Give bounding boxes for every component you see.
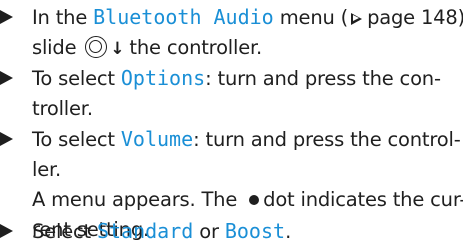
step-line: To select Options: turn and press the co… <box>32 63 463 94</box>
menu-item-options: Options <box>120 66 206 90</box>
step-line: To select Volume: turn and press the con… <box>32 124 463 155</box>
step-text: : turn and press the con- <box>205 67 441 90</box>
step-bluetooth-audio: In the Bluetooth Audio menu (page 148), … <box>0 2 463 64</box>
triangle-bullet-icon <box>0 224 13 238</box>
triangle-bullet-icon <box>0 71 13 85</box>
step-text: ler. <box>32 158 62 181</box>
step-line: A menu appears. The dot indicates the cu… <box>32 185 463 215</box>
menu-item-volume: Volume <box>120 127 194 151</box>
step-line: Select Standard or Boost. <box>32 216 463 247</box>
filled-dot-icon <box>249 194 260 205</box>
page-reference: page 148), <box>367 6 463 29</box>
step-line: troller. <box>32 94 463 124</box>
triangle-bullet-icon <box>0 132 13 146</box>
triangle-bullet-icon <box>0 10 13 24</box>
step-select-options: To select Options: turn and press the co… <box>0 63 463 124</box>
page-reference-triangle-icon <box>351 13 363 25</box>
slide-down-arrow-icon: ↓ <box>110 39 125 59</box>
manual-page: In the Bluetooth Audio menu (page 148), … <box>0 0 463 249</box>
step-line: slide ↓ the controller. <box>32 33 463 64</box>
step-line: In the Bluetooth Audio menu ( page 148), <box>32 2 463 33</box>
step-text: To select <box>32 67 121 90</box>
menu-item-boost: Boost <box>224 219 286 243</box>
step-text: . <box>285 220 292 243</box>
step-text: the controller. <box>129 36 263 59</box>
menu-item-standard: Standard <box>96 219 194 243</box>
step-text: or <box>193 220 225 243</box>
step-text: In the <box>32 6 94 29</box>
step-text: dot indicates the cur- <box>263 188 463 211</box>
step-text: troller. <box>32 97 93 120</box>
step-select-standard-or-boost: Select Standard or Boost. <box>0 216 463 247</box>
menu-item-bluetooth-audio: Bluetooth Audio <box>93 5 274 29</box>
step-line: ler. <box>32 155 463 185</box>
step-text: : turn and press the control- <box>193 128 461 151</box>
controller-knob-icon <box>85 36 108 58</box>
step-text: slide <box>32 36 83 59</box>
step-text: menu ( <box>273 6 349 29</box>
step-text: Select <box>32 220 97 243</box>
step-text: To select <box>32 128 121 151</box>
step-text: A menu appears. The <box>32 188 244 211</box>
